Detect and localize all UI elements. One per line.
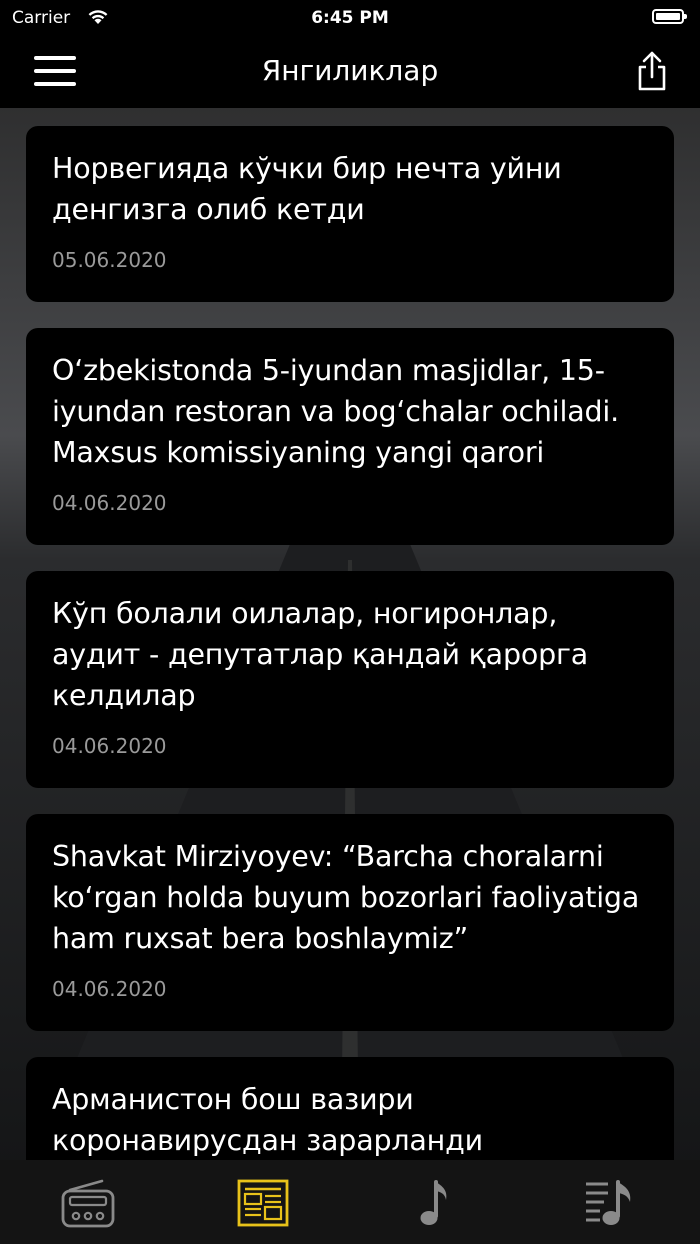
news-date: 04.06.2020 [52,734,167,758]
news-card[interactable]: Shavkat Mirziyoyev: “Barcha choralarni k… [26,814,674,1031]
news-date: 05.06.2020 [52,248,167,272]
news-title: Норвегияда кўчки бир нечта уйни денгизга… [52,152,562,226]
radio-icon[interactable] [58,1178,118,1230]
news-title: Кўп болали оилалар, ногиронлар, аудит - … [52,597,588,712]
news-card[interactable]: Норвегияда кўчки бир нечта уйни денгизга… [26,126,674,302]
status-bar: Carrier 6:45 PM [0,0,700,36]
news-feed: Норвегияда кўчки бир нечта уйни денгизга… [26,126,674,1233]
news-date: 04.06.2020 [52,491,167,515]
music-note-icon[interactable] [408,1178,468,1230]
page-title: Янгиликлар [261,54,439,87]
news-title: Shavkat Mirziyoyev: “Barcha choralarni k… [52,840,640,955]
news-icon[interactable] [233,1178,293,1230]
battery-icon [652,9,687,24]
news-date: 04.06.2020 [52,977,167,1001]
playlist-icon[interactable] [582,1178,642,1230]
share-icon[interactable] [636,50,668,92]
news-card[interactable]: O‘zbekistonda 5-iyundan masjidlar, 15-iy… [26,328,674,545]
news-title: Арманистон бош вазири коронавирусдан зар… [52,1083,483,1157]
tab-bar [0,1160,700,1244]
news-title: O‘zbekistonda 5-iyundan masjidlar, 15-iy… [52,354,619,469]
status-time: 6:45 PM [311,8,389,28]
news-card[interactable]: Кўп болали оилалар, ногиронлар, аудит - … [26,571,674,788]
navigation-bar: Янгиликлар [0,36,700,108]
